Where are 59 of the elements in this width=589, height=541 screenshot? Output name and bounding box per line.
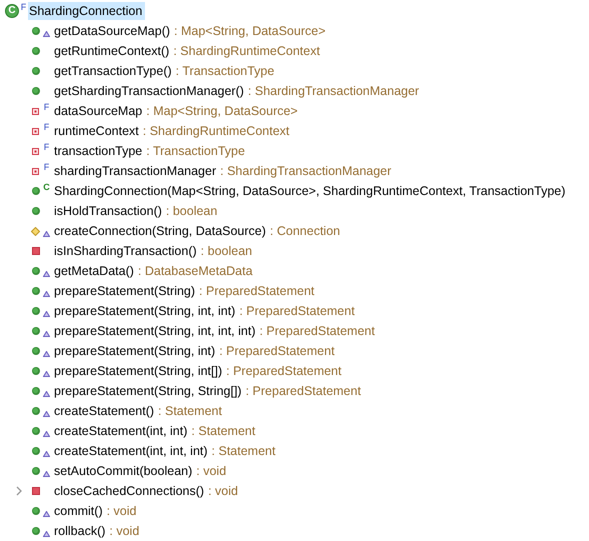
method-name[interactable]: closeCachedConnections() xyxy=(54,482,204,500)
type-label: : void xyxy=(196,462,226,480)
type-label: : void xyxy=(106,502,136,520)
type-label: : PreparedStatement xyxy=(199,282,314,300)
method-name[interactable]: setAutoCommit(boolean) xyxy=(54,462,192,480)
field-name[interactable]: shardingTransactionManager xyxy=(54,162,216,180)
type-label: : DatabaseMetaData xyxy=(138,262,253,280)
method-name[interactable]: isHoldTransaction() xyxy=(54,202,162,220)
type-label: : void xyxy=(109,522,140,540)
type-label: : void xyxy=(208,482,238,500)
class-icon: C xyxy=(5,4,19,18)
method-name[interactable]: rollback() xyxy=(54,522,106,540)
method-name[interactable]: createConnection(String, DataSource) xyxy=(54,222,266,240)
type-label: : PreparedStatement xyxy=(246,382,361,400)
type-label: : PreparedStatement xyxy=(259,322,375,340)
method-name[interactable]: createStatement(int, int, int) xyxy=(54,442,208,460)
method-name[interactable]: getShardingTransactionManager() xyxy=(54,82,244,100)
method-name[interactable]: prepareStatement(String, int, int, int) xyxy=(54,322,256,340)
type-label: : ShardingTransactionManager xyxy=(220,162,392,180)
type-label: : Statement xyxy=(158,402,222,420)
field-name[interactable]: transactionType xyxy=(54,142,142,160)
final-marker: F xyxy=(42,162,50,172)
type-label: : boolean xyxy=(200,242,252,260)
method-name[interactable]: getRuntimeContext() xyxy=(54,42,170,60)
method-name[interactable]: commit() xyxy=(54,502,103,520)
type-label: : boolean xyxy=(166,202,218,220)
final-marker: F xyxy=(42,102,50,112)
method-name[interactable]: getTransactionType() xyxy=(54,62,172,80)
field-name[interactable]: dataSourceMap xyxy=(54,102,142,120)
method-name[interactable]: prepareStatement(String, String[]) xyxy=(54,382,242,400)
type-label: : TransactionType xyxy=(146,142,245,160)
method-name[interactable]: createStatement(int, int) xyxy=(54,422,188,440)
method-name[interactable]: prepareStatement(String) xyxy=(54,282,196,300)
method-name[interactable]: isInShardingTransaction() xyxy=(54,242,197,260)
method-name[interactable]: createStatement() xyxy=(54,402,154,420)
type-label: : Map<String, DataSource> xyxy=(146,102,298,120)
method-name[interactable]: prepareStatement(String, int[]) xyxy=(54,362,222,380)
field-name[interactable]: runtimeContext xyxy=(54,122,139,140)
constructor-marker: C xyxy=(42,182,51,192)
constructor-name[interactable]: ShardingConnection(Map<String, DataSource>, ShardingRuntimeContext, TransactionType) xyxy=(54,182,566,200)
type-label: : Map<String, DataSource> xyxy=(174,22,326,40)
type-label: : TransactionType xyxy=(176,62,274,80)
method-name[interactable]: getMetaData() xyxy=(54,262,134,280)
type-label: : ShardingTransactionManager xyxy=(248,82,420,100)
method-name[interactable]: getDataSourceMap() xyxy=(54,22,170,40)
type-label: : Connection xyxy=(270,222,340,240)
method-name[interactable]: prepareStatement(String, int, int) xyxy=(54,302,236,320)
type-label: : PreparedStatement xyxy=(219,342,335,360)
final-marker: F xyxy=(42,122,50,132)
type-label: : Statement xyxy=(212,442,276,460)
type-label: : ShardingRuntimeContext xyxy=(173,42,320,60)
final-marker: F xyxy=(20,2,28,12)
type-label: : ShardingRuntimeContext xyxy=(142,122,290,140)
type-label: : PreparedStatement xyxy=(226,362,342,380)
type-label: : PreparedStatement xyxy=(239,302,355,320)
class-name[interactable]: ShardingConnection xyxy=(28,2,146,20)
final-marker: F xyxy=(42,142,50,152)
type-label: : Statement xyxy=(191,422,256,440)
method-name[interactable]: prepareStatement(String, int) xyxy=(54,342,216,360)
